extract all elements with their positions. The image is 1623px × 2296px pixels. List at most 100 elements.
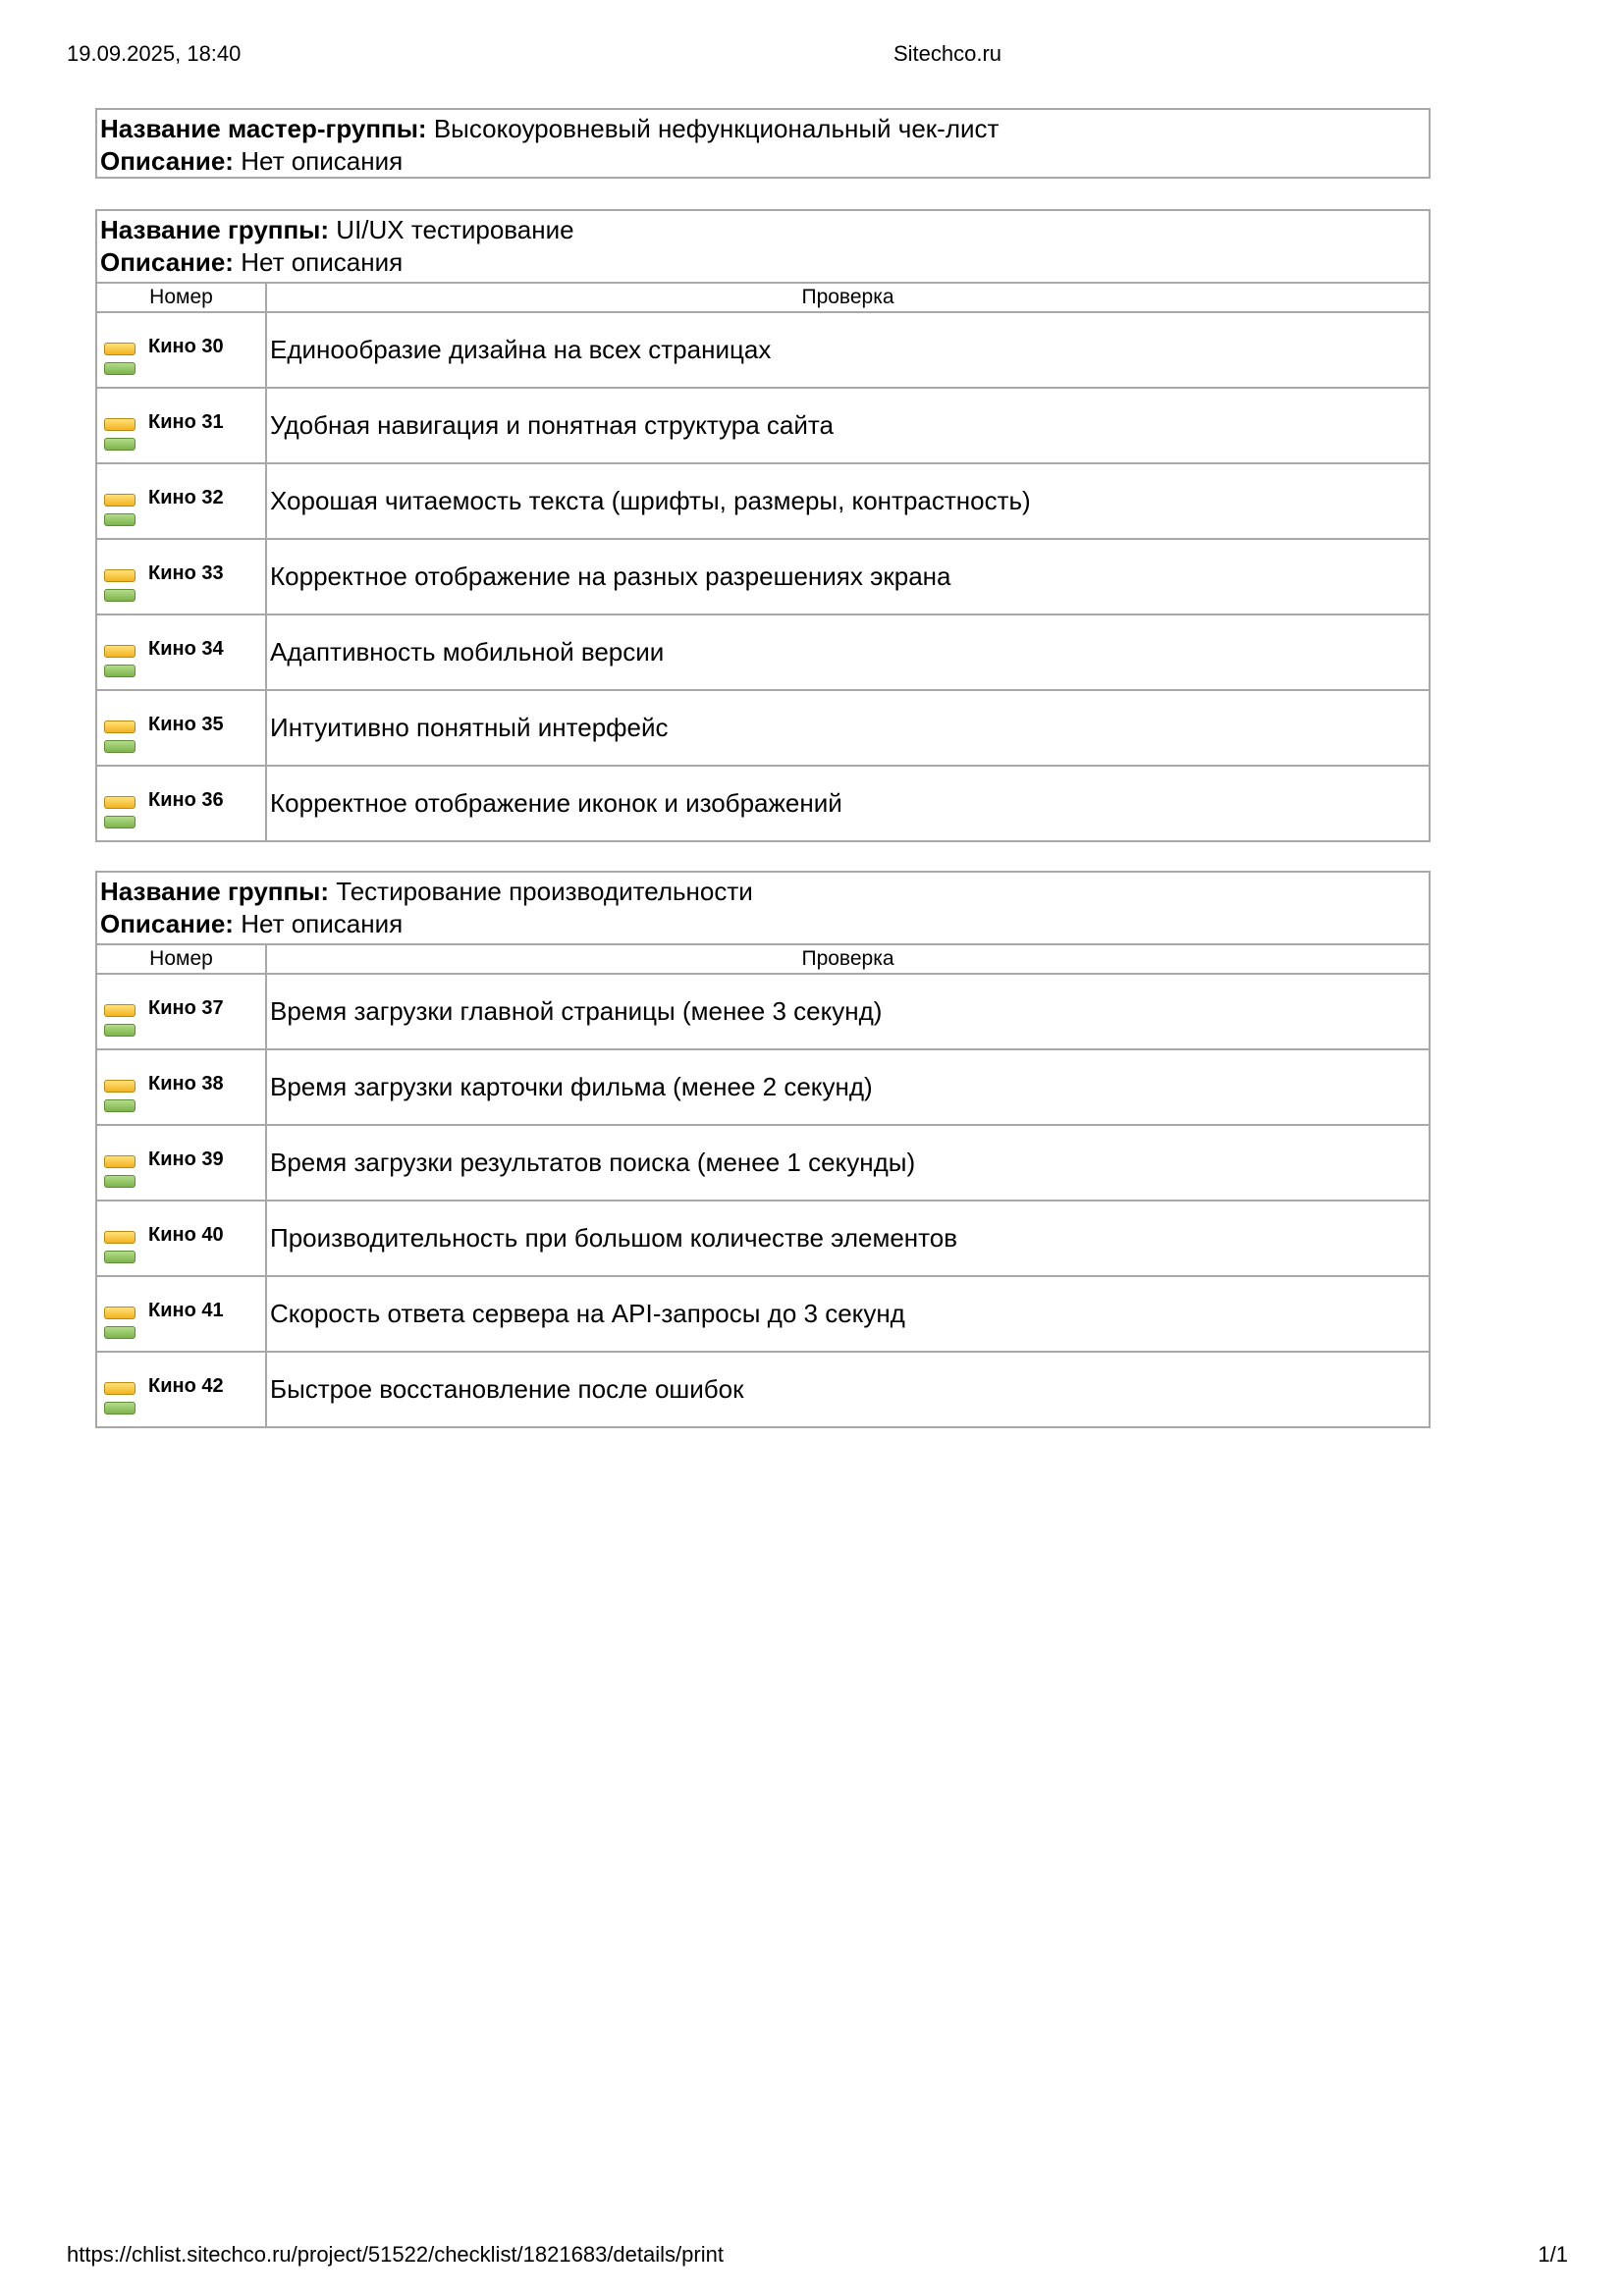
status-icons[interactable] (104, 1004, 137, 1043)
check-number: Кино 40 (148, 1224, 224, 1246)
check-text: Время загрузки главной страницы (менее 3… (270, 996, 883, 1026)
status-icons[interactable] (104, 645, 137, 684)
status-green-icon[interactable] (104, 665, 135, 677)
print-site-name: Sitechco.ru (893, 41, 1002, 66)
check-number: Кино 35 (148, 714, 224, 735)
status-yellow-icon[interactable] (104, 418, 135, 431)
status-yellow-icon[interactable] (104, 1155, 135, 1168)
status-icons[interactable] (104, 1382, 137, 1421)
status-yellow-icon[interactable] (104, 343, 135, 355)
status-green-icon[interactable] (104, 513, 135, 526)
check-number-cell: Кино 32 (97, 462, 267, 539)
check-number: Кино 41 (148, 1300, 224, 1321)
status-icons[interactable] (104, 1155, 137, 1195)
master-group-desc-label: Описание: (100, 146, 234, 176)
table-row: Кино 32 Хорошая читаемость текста (шрифты… (97, 462, 1429, 539)
status-green-icon[interactable] (104, 362, 135, 375)
check-number-cell: Кино 40 (97, 1200, 267, 1276)
group-name-line: Название группы: UI/UX тестирование (100, 214, 1426, 246)
status-yellow-icon[interactable] (104, 494, 135, 507)
column-header-number: Номер (97, 284, 267, 313)
group-name-line: Название группы: Тестирование производит… (100, 876, 1426, 908)
check-text: Интуитивно понятный интерфейс (266, 689, 1429, 766)
check-number: Кино 36 (148, 789, 224, 811)
status-icons[interactable] (104, 1080, 137, 1119)
status-green-icon[interactable] (104, 816, 135, 828)
group-desc: Нет описания (241, 909, 404, 938)
status-yellow-icon[interactable] (104, 569, 135, 582)
check-text: Хорошая читаемость текста (шрифты, разме… (266, 462, 1429, 539)
table-row: Кино 31 Удобная навигация и понятная стру… (97, 387, 1429, 463)
group-desc-label: Описание: (100, 247, 234, 277)
status-green-icon[interactable] (104, 1251, 135, 1263)
master-group-desc: Нет описания (241, 146, 404, 176)
status-icons[interactable] (104, 494, 137, 533)
table-header-row: Номер Проверка (97, 284, 1429, 313)
status-icons[interactable] (104, 1307, 137, 1346)
check-text: Производительность при большом количеств… (266, 1200, 1429, 1276)
group-header: Название группы: Тестирование производит… (97, 873, 1429, 945)
status-icons[interactable] (104, 796, 137, 835)
group-name-label: Название группы: (100, 877, 330, 906)
status-green-icon[interactable] (104, 589, 135, 602)
status-yellow-icon[interactable] (104, 1080, 135, 1093)
check-number: Кино 34 (148, 638, 224, 660)
status-green-icon[interactable] (104, 1099, 135, 1112)
master-group-box: Название мастер-группы: Высокоуровневый … (95, 108, 1431, 179)
status-yellow-icon[interactable] (104, 1004, 135, 1017)
check-number: Кино 33 (148, 562, 224, 584)
group-desc-label: Описание: (100, 909, 234, 938)
status-yellow-icon[interactable] (104, 796, 135, 809)
check-text: Единообразие дизайна на всех страницах (270, 335, 772, 364)
status-yellow-icon[interactable] (104, 721, 135, 733)
check-text: Время загрузки результатов поиска (менее… (266, 1124, 1429, 1201)
status-yellow-icon[interactable] (104, 1382, 135, 1395)
group-name: UI/UX тестирование (336, 215, 574, 244)
check-number-cell: Кино 38 (97, 1048, 267, 1125)
status-green-icon[interactable] (104, 740, 135, 753)
status-icons[interactable] (104, 343, 137, 382)
check-number-cell: Кино 41 (97, 1275, 267, 1352)
master-group-desc-line: Описание: Нет описания (100, 145, 1426, 178)
status-yellow-icon[interactable] (104, 645, 135, 658)
status-icons[interactable] (104, 569, 137, 609)
check-text: Удобная навигация и понятная структура с… (266, 387, 1429, 463)
check-number-cell: Кино 36 (97, 765, 267, 840)
group-box: Название группы: UI/UX тестирование Описа… (95, 209, 1431, 842)
column-header-check: Проверка (266, 284, 1429, 313)
status-green-icon[interactable] (104, 1024, 135, 1037)
table-row: Кино 33 Корректное отображение на разных … (97, 538, 1429, 614)
group-name: Тестирование производительности (336, 877, 753, 906)
table-row: Кино 39 Время загрузки результатов поиска… (97, 1124, 1429, 1201)
table-header-row: Номер Проверка (97, 945, 1429, 975)
column-header-check: Проверка (266, 945, 1429, 975)
status-icons[interactable] (104, 418, 137, 457)
check-number: Кино 37 (148, 997, 224, 1019)
status-green-icon[interactable] (104, 438, 135, 451)
check-number: Кино 42 (148, 1375, 224, 1397)
master-group-name: Высокоуровневый нефункциональный чек-лис… (433, 114, 1000, 143)
status-yellow-icon[interactable] (104, 1307, 135, 1319)
status-icons[interactable] (104, 1231, 137, 1270)
group-desc: Нет описания (241, 247, 404, 277)
check-number-cell: Кино 42 (97, 1351, 267, 1426)
status-icons[interactable] (104, 721, 137, 760)
check-number-cell: Кино 34 (97, 614, 267, 690)
table-row: Кино 42 Быстрое восстановление после ошиб… (97, 1351, 1429, 1426)
check-number-cell: Кино 35 (97, 689, 267, 766)
check-text: Корректное отображение иконок и изображе… (266, 765, 1429, 840)
check-text: Скорость ответа сервера на API-запросы д… (266, 1275, 1429, 1352)
table-row: Кино 40 Производительность при большом ко… (97, 1200, 1429, 1276)
status-yellow-icon[interactable] (104, 1231, 135, 1244)
table-row: Кино 37 Время загрузки главной страницы (… (97, 974, 1429, 1049)
check-number: Кино 38 (148, 1073, 224, 1095)
status-green-icon[interactable] (104, 1175, 135, 1188)
table-row: Кино 36 Корректное отображение иконок и и… (97, 765, 1429, 840)
check-number-cell: Кино 37 (97, 974, 267, 1049)
status-green-icon[interactable] (104, 1402, 135, 1415)
check-text: Адаптивность мобильной версии (266, 614, 1429, 690)
check-text: Быстрое восстановление после ошибок (266, 1351, 1429, 1426)
checks-table: Номер Проверка Кино 30 Единообразие дизайна… (97, 284, 1429, 840)
group-desc-line: Описание: Нет описания (100, 246, 1426, 279)
status-green-icon[interactable] (104, 1326, 135, 1339)
